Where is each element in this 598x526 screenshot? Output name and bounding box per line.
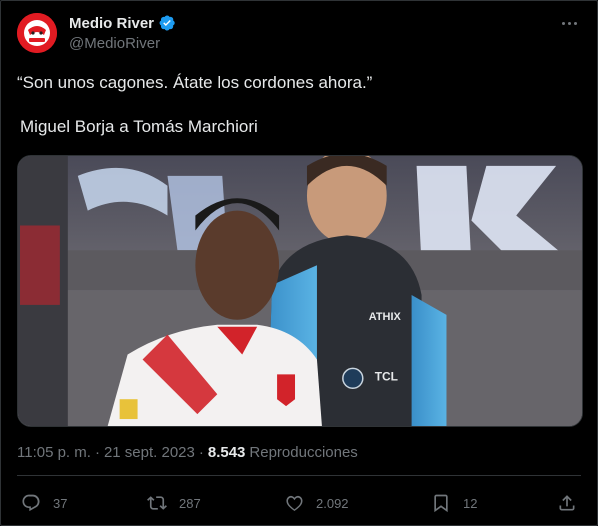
tweet-time[interactable]: 11:05 p. m. bbox=[17, 444, 91, 461]
meta-separator: · bbox=[94, 444, 100, 461]
repost-count: 287 bbox=[179, 495, 201, 511]
author-display-name[interactable]: Medio River bbox=[69, 15, 154, 32]
action-bar: 37 287 2.092 12 bbox=[17, 489, 583, 517]
svg-text:TCL: TCL bbox=[375, 369, 398, 383]
tweet-quote-line: “Son unos cagones. Átate los cordones ah… bbox=[17, 73, 373, 92]
like-icon bbox=[286, 495, 303, 511]
svg-text:ATHIX: ATHIX bbox=[369, 311, 402, 323]
avatar[interactable] bbox=[17, 13, 57, 53]
like-count: 2.092 bbox=[316, 495, 349, 511]
repost-button[interactable]: 287 bbox=[147, 489, 201, 517]
share-icon bbox=[559, 495, 575, 511]
tweet-attribution-line: Miguel Borja a Tomás Marchiori bbox=[20, 117, 258, 136]
author-name-row: Medio River bbox=[69, 14, 176, 32]
author-handle[interactable]: @MedioRiver bbox=[69, 35, 160, 52]
like-button[interactable]: 2.092 bbox=[284, 489, 349, 517]
more-options-icon[interactable] bbox=[557, 13, 581, 33]
video-frame-image: ATHIX TCL bbox=[18, 156, 582, 426]
tweet-date[interactable]: 21 sept. 2023 bbox=[104, 444, 195, 461]
bookmark-count: 12 bbox=[463, 495, 478, 511]
tweet-card: Medio River @MedioRiver “Son unos cagone… bbox=[0, 0, 598, 526]
views-count: 8.543 bbox=[207, 444, 246, 461]
reply-icon bbox=[22, 494, 40, 512]
bookmark-button[interactable]: 12 bbox=[431, 489, 477, 517]
tweet-text: “Son unos cagones. Átate los cordones ah… bbox=[17, 72, 577, 138]
divider bbox=[17, 475, 581, 476]
verified-badge-icon[interactable] bbox=[158, 14, 176, 32]
medio-river-logo-icon bbox=[17, 13, 57, 53]
tweet-media-video[interactable]: ATHIX TCL bbox=[17, 155, 583, 427]
reply-count: 37 bbox=[53, 495, 68, 511]
bookmark-icon bbox=[434, 494, 448, 513]
meta-separator: · bbox=[198, 444, 204, 461]
reply-button[interactable]: 37 bbox=[21, 489, 67, 517]
share-button[interactable] bbox=[557, 489, 577, 517]
tweet-meta: 11:05 p. m. · 21 sept. 2023 · 8.543 Repr… bbox=[17, 444, 358, 461]
repost-icon bbox=[147, 496, 167, 510]
views-label: Reproducciones bbox=[249, 444, 358, 461]
